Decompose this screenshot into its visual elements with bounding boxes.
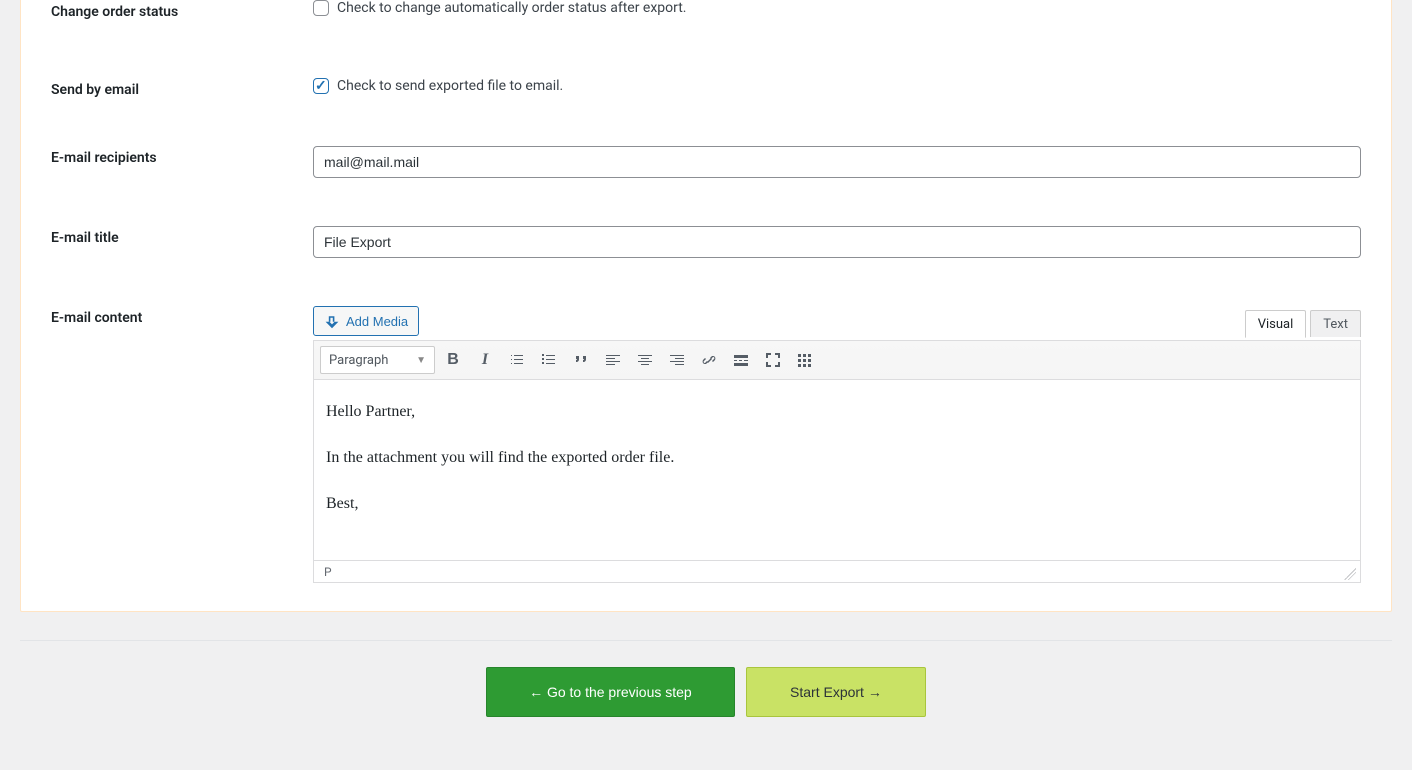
numbered-list-button[interactable]	[535, 346, 563, 374]
tab-text[interactable]: Text	[1310, 310, 1361, 337]
tab-visual[interactable]: Visual	[1245, 310, 1307, 338]
bullet-list-button[interactable]	[503, 346, 531, 374]
insert-more-button[interactable]	[727, 346, 755, 374]
content-p2: In the attachment you will find the expo…	[326, 446, 1348, 470]
format-select[interactable]: Paragraph ▼	[320, 346, 435, 374]
desc-change-order-status: Check to change automatically order stat…	[337, 0, 687, 16]
align-left-button[interactable]	[599, 346, 627, 374]
align-right-button[interactable]	[663, 346, 691, 374]
media-icon	[324, 313, 340, 329]
bold-button[interactable]: B	[439, 346, 467, 374]
italic-button[interactable]: I	[471, 346, 499, 374]
row-email-content: E-mail content Add Media Visual Text	[51, 288, 1361, 583]
content-p3: Best,	[326, 492, 1348, 516]
checkbox-change-order-status[interactable]	[313, 0, 329, 16]
label-email-recipients: E-mail recipients	[51, 146, 313, 166]
resize-handle-icon[interactable]	[1344, 568, 1356, 580]
content-p1: Hello Partner,	[326, 400, 1348, 424]
label-email-title: E-mail title	[51, 226, 313, 246]
start-export-button[interactable]: Start Export →	[746, 667, 926, 717]
format-select-label: Paragraph	[329, 353, 388, 368]
checkbox-send-by-email[interactable]	[313, 78, 329, 94]
row-send-by-email: Send by email Check to send exported fil…	[51, 60, 1361, 98]
quote-button[interactable]	[567, 346, 595, 374]
label-email-content: E-mail content	[51, 306, 313, 326]
editor-box: Paragraph ▼ B I	[313, 340, 1361, 583]
editor-content-area[interactable]: Hello Partner, In the attachment you wil…	[314, 380, 1360, 560]
input-email-recipients[interactable]	[313, 146, 1361, 178]
editor-tabs: Visual Text	[1245, 310, 1361, 337]
chevron-down-icon: ▼	[416, 355, 426, 366]
editor-status-bar: P	[314, 560, 1360, 582]
add-media-label: Add Media	[346, 314, 408, 329]
status-path[interactable]: P	[324, 565, 332, 579]
row-email-title: E-mail title	[51, 208, 1361, 258]
align-center-button[interactable]	[631, 346, 659, 374]
desc-send-by-email: Check to send exported file to email.	[337, 78, 563, 94]
previous-step-button[interactable]: ← Go to the previous step	[486, 667, 735, 717]
wizard-buttons: ← Go to the previous step Start Export →	[20, 641, 1392, 717]
input-email-title[interactable]	[313, 226, 1361, 258]
editor-toolbar: Paragraph ▼ B I	[314, 341, 1360, 380]
fullscreen-button[interactable]	[759, 346, 787, 374]
toolbar-toggle-button[interactable]	[791, 346, 819, 374]
settings-panel: Change order status Check to change auto…	[20, 0, 1392, 612]
link-button[interactable]	[695, 346, 723, 374]
label-change-order-status: Change order status	[51, 0, 313, 20]
label-send-by-email: Send by email	[51, 78, 313, 98]
row-email-recipients: E-mail recipients	[51, 128, 1361, 178]
row-change-order-status: Change order status Check to change auto…	[51, 0, 1361, 20]
add-media-button[interactable]: Add Media	[313, 306, 419, 336]
